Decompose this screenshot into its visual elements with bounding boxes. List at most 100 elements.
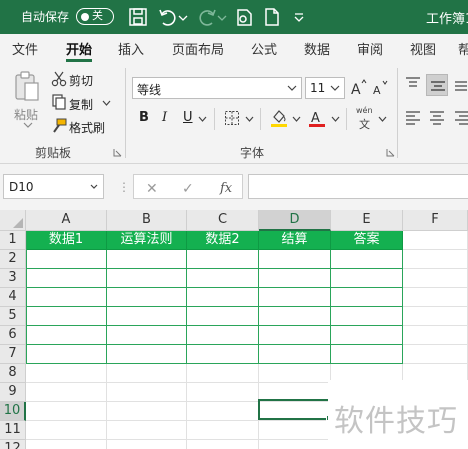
undo-icon[interactable] (157, 6, 179, 28)
grid-cell[interactable] (26, 383, 107, 402)
table-cell[interactable] (187, 288, 259, 307)
underline-button[interactable]: U (183, 110, 193, 125)
grid-cell[interactable] (187, 421, 259, 440)
autosave-toggle[interactable]: 关 (76, 8, 114, 25)
align-right-icon[interactable] (454, 110, 468, 126)
table-cell[interactable] (107, 288, 187, 307)
row-header-12[interactable]: 12 (0, 440, 26, 449)
fill-color-dropdown-icon[interactable] (292, 116, 301, 123)
table-cell[interactable] (107, 269, 187, 288)
italic-button[interactable]: I (162, 110, 167, 125)
select-all-button[interactable] (0, 210, 26, 231)
grid-cell[interactable] (259, 440, 331, 449)
grid-cell[interactable] (403, 288, 468, 307)
table-cell[interactable] (187, 250, 259, 269)
grid-cell[interactable] (403, 269, 468, 288)
table-cell[interactable] (259, 288, 331, 307)
tab-formulas[interactable]: 公式 (251, 39, 277, 58)
enter-icon[interactable]: ✓ (182, 181, 194, 197)
grid-cell[interactable] (403, 250, 468, 269)
grid-cell[interactable] (187, 383, 259, 402)
column-header-d[interactable]: D (259, 210, 331, 231)
grid-cell[interactable] (403, 307, 468, 326)
save-icon[interactable] (127, 6, 149, 28)
row-header-10[interactable]: 10 (0, 402, 26, 421)
tab-page-layout[interactable]: 页面布局 (172, 39, 224, 58)
table-cell[interactable] (331, 307, 403, 326)
copy-label[interactable]: 复制 (69, 96, 93, 113)
table-cell[interactable] (26, 326, 107, 345)
undo-dropdown-icon[interactable] (178, 6, 188, 28)
tab-home[interactable]: 开始 (66, 39, 92, 58)
table-cell[interactable] (26, 269, 107, 288)
table-cell[interactable] (107, 250, 187, 269)
cancel-icon[interactable]: ✕ (146, 181, 158, 197)
format-painter-icon[interactable] (51, 118, 67, 134)
font-size-select[interactable]: 11 (305, 77, 345, 99)
new-file-icon[interactable] (261, 6, 283, 28)
table-cell[interactable] (26, 345, 107, 364)
grid-cell[interactable] (26, 421, 107, 440)
grid-cell[interactable] (107, 383, 187, 402)
table-cell[interactable] (259, 269, 331, 288)
customize-toolbar-icon[interactable] (292, 6, 306, 28)
cut-label[interactable]: 剪切 (69, 72, 93, 89)
table-header-cell[interactable]: 结算 (259, 231, 331, 250)
table-cell[interactable] (107, 326, 187, 345)
grid-cell[interactable] (187, 364, 259, 383)
table-cell[interactable] (26, 250, 107, 269)
paste-label[interactable]: 粘贴 (14, 106, 38, 123)
grid-cell[interactable] (26, 364, 107, 383)
grid-cell[interactable] (403, 231, 468, 250)
tab-help[interactable]: 帮 (458, 39, 468, 58)
table-cell[interactable] (259, 326, 331, 345)
borders-icon[interactable] (224, 110, 240, 126)
row-header-6[interactable]: 6 (0, 326, 26, 345)
table-cell[interactable] (187, 345, 259, 364)
table-cell[interactable] (331, 288, 403, 307)
table-cell[interactable] (259, 345, 331, 364)
table-cell[interactable] (187, 307, 259, 326)
align-bottom-icon[interactable] (454, 76, 468, 92)
tab-view[interactable]: 视图 (410, 39, 436, 58)
grid-cell[interactable] (187, 402, 259, 421)
table-header-cell[interactable]: 运算法则 (107, 231, 187, 250)
table-header-cell[interactable]: 答案 (331, 231, 403, 250)
align-left-icon[interactable] (405, 110, 421, 126)
grid-cell[interactable] (107, 402, 187, 421)
phonetic-dropdown-icon[interactable] (378, 116, 387, 123)
tab-data[interactable]: 数据 (304, 39, 330, 58)
increase-font-size-icon[interactable]: A (350, 79, 368, 97)
table-cell[interactable] (26, 288, 107, 307)
paste-icon[interactable] (13, 70, 41, 104)
row-header-9[interactable]: 9 (0, 383, 26, 402)
row-header-5[interactable]: 5 (0, 307, 26, 326)
row-header-11[interactable]: 11 (0, 421, 26, 440)
cut-icon[interactable] (51, 71, 67, 87)
grid-cell[interactable] (259, 364, 331, 383)
column-header-c[interactable]: C (187, 210, 259, 231)
row-header-3[interactable]: 3 (0, 269, 26, 288)
table-cell[interactable] (331, 345, 403, 364)
row-header-8[interactable]: 8 (0, 364, 26, 383)
row-header-1[interactable]: 1 (0, 231, 26, 250)
copy-dropdown-icon[interactable] (102, 100, 111, 107)
table-cell[interactable] (259, 250, 331, 269)
table-cell[interactable] (107, 307, 187, 326)
redo-dropdown-icon[interactable] (217, 6, 227, 28)
copy-icon[interactable] (51, 94, 67, 110)
grid-cell[interactable] (107, 364, 187, 383)
decrease-font-size-icon[interactable]: A (372, 79, 390, 97)
row-header-4[interactable]: 4 (0, 288, 26, 307)
table-cell[interactable] (331, 269, 403, 288)
table-header-cell[interactable]: 数据1 (26, 231, 107, 250)
underline-dropdown-icon[interactable] (198, 116, 207, 123)
row-header-2[interactable]: 2 (0, 250, 26, 269)
phonetic-label-top[interactable]: wén (356, 106, 373, 115)
table-cell[interactable] (107, 345, 187, 364)
phonetic-label-bottom[interactable]: 文 (359, 116, 370, 132)
formula-input[interactable] (248, 174, 468, 199)
insert-function-icon[interactable]: fx (220, 181, 232, 196)
grid-cell[interactable] (403, 345, 468, 364)
redo-icon[interactable] (196, 6, 218, 28)
